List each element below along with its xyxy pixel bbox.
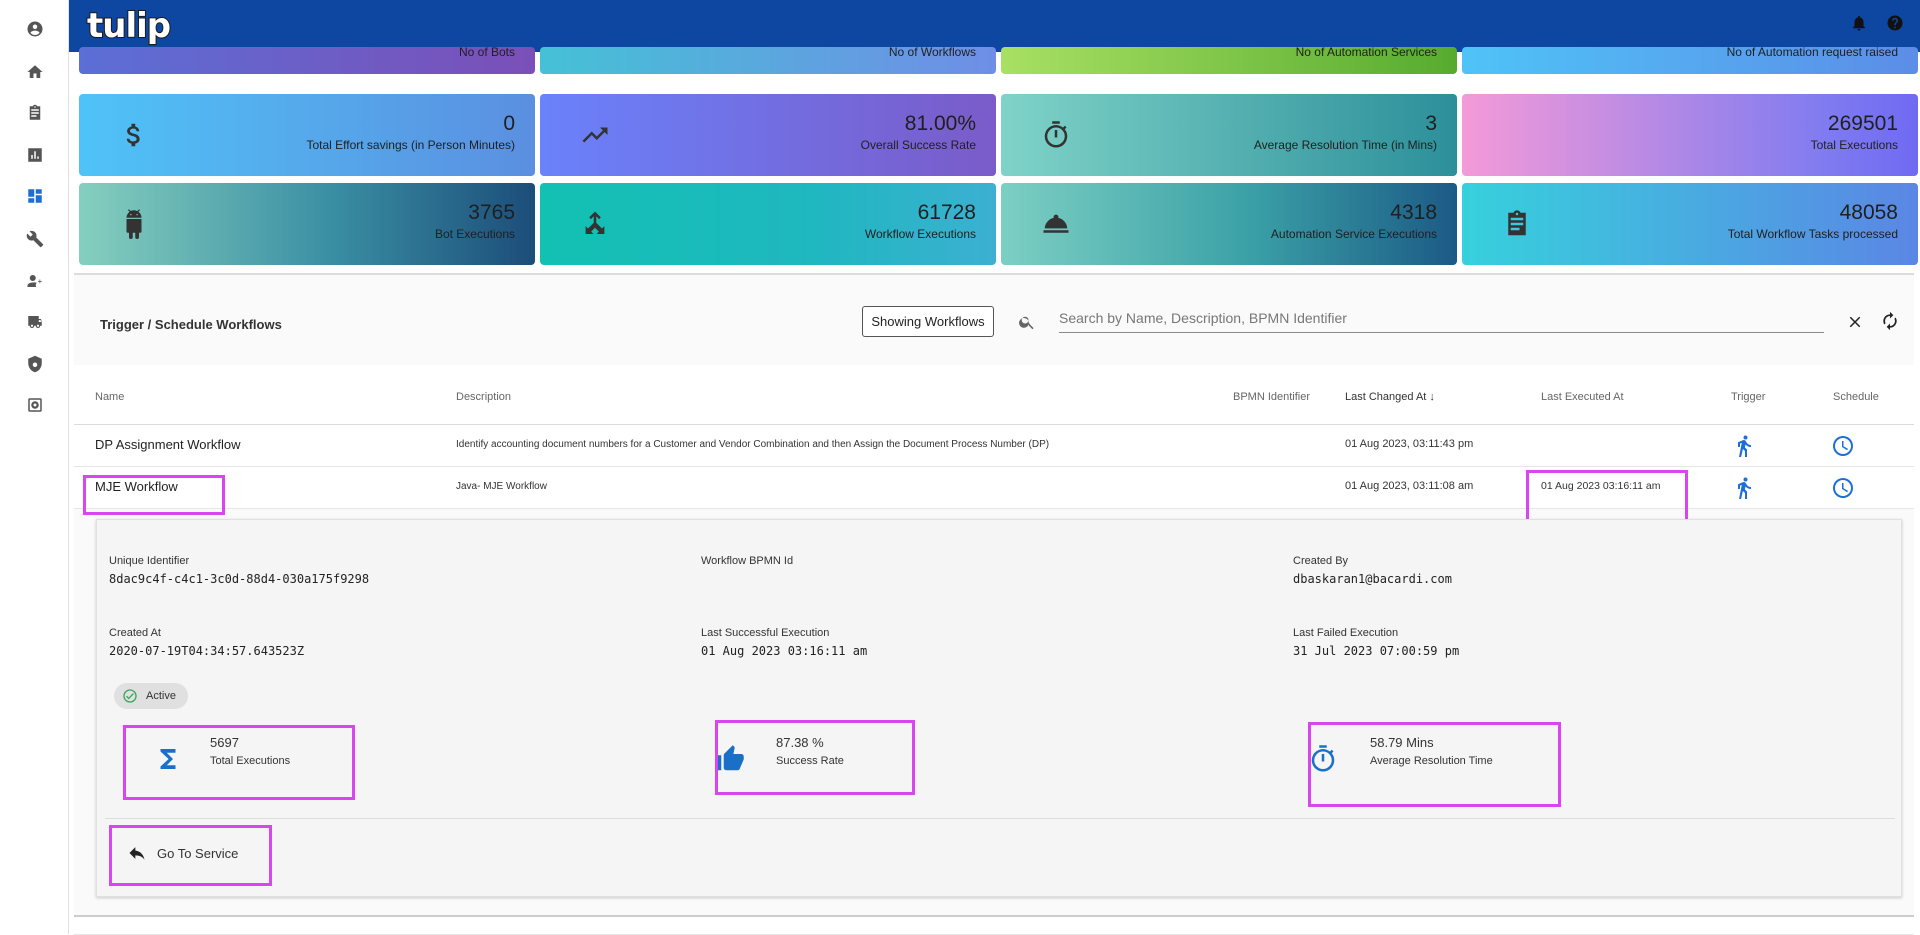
workflow-last-changed: 01 Aug 2023, 03:11:08 am [1345, 480, 1474, 492]
kpi-card-workflows: No of Workflows [540, 45, 996, 74]
kpi-card-effort-savings: 0 Total Effort savings (in Person Minute… [79, 94, 535, 176]
dashboard-icon[interactable] [24, 185, 46, 207]
clock-schedule-icon[interactable] [1831, 434, 1855, 458]
created-at-label: Created At [109, 627, 161, 639]
trending-up-icon [580, 120, 610, 150]
kpi-card-bots: No of Bots [79, 45, 535, 74]
bell-icon[interactable] [1850, 14, 1870, 34]
workflow-name[interactable]: DP Assignment Workflow [95, 437, 240, 452]
highlight-box [1308, 722, 1561, 807]
last-failed-value: 31 Jul 2023 07:00:59 pm [1293, 644, 1460, 658]
arrow-down-icon: ↓ [1429, 391, 1435, 403]
column-header-name[interactable]: Name [95, 391, 124, 403]
kpi-card-workflow-executions: 61728 Workflow Executions [540, 183, 996, 265]
kpi-card-avg-resolution: 3 Average Resolution Time (in Mins) [1001, 94, 1457, 176]
process-icon[interactable] [24, 394, 46, 416]
column-header-last-changed[interactable]: Last Changed At ↓ [1345, 391, 1435, 403]
highlight-box [83, 475, 225, 515]
kpi-card-automation-services: No of Automation Services [1001, 45, 1457, 74]
kpi-card-automation-service-executions: 4318 Automation Service Executions [1001, 183, 1457, 265]
search-input[interactable] [1059, 303, 1824, 333]
tulip-logo[interactable]: tulip [86, 5, 172, 47]
assignment-icon [1502, 209, 1532, 239]
showing-workflows-button[interactable]: Showing Workflows [862, 306, 994, 337]
close-icon[interactable] [1846, 313, 1864, 331]
refresh-icon[interactable] [1880, 311, 1900, 331]
kpi-card-total-executions: 269501 Total Executions [1462, 94, 1918, 176]
table-row[interactable]: DP Assignment Workflow Identify accounti… [74, 425, 1914, 467]
timer-icon [1041, 120, 1071, 150]
run-trigger-icon[interactable] [1732, 434, 1756, 458]
kpi-card-success-rate: 81.00% Overall Success Rate [540, 94, 996, 176]
created-at-value: 2020-07-19T04:34:57.643523Z [109, 644, 305, 658]
last-success-label: Last Successful Execution [701, 627, 830, 639]
panel-title: Trigger / Schedule Workflows [100, 317, 282, 332]
bpmn-id-label: Workflow BPMN Id [701, 555, 794, 567]
last-success-value: 01 Aug 2023 03:16:11 am [701, 644, 868, 658]
report-icon[interactable] [24, 144, 46, 166]
user-settings-icon[interactable] [24, 270, 46, 292]
sidebar [0, 0, 69, 934]
status-badge: Active [114, 683, 188, 709]
workflow-description: Java- MJE Workflow [456, 481, 547, 492]
divider [105, 818, 1895, 819]
dollar-icon [119, 120, 149, 150]
table-header: Name Description BPMN Identifier Last Ch… [74, 365, 1914, 425]
column-header-description[interactable]: Description [456, 391, 511, 403]
unique-identifier-label: Unique Identifier [109, 555, 190, 567]
highlight-box [109, 825, 272, 886]
column-header-schedule: Schedule [1833, 391, 1879, 403]
unique-identifier-value: 8dac9c4f-c4c1-3c0d-88d4-030a175f9298 [109, 572, 370, 586]
workflow-detail-panel: Unique Identifier 8dac9c4f-c4c1-3c0d-88d… [96, 519, 1902, 897]
clock-schedule-icon[interactable] [1831, 476, 1855, 500]
search-icon [1018, 313, 1036, 331]
workflow-description: Identify accounting document numbers for… [456, 439, 1050, 450]
highlight-box [715, 720, 915, 795]
workflow-panel: Trigger / Schedule Workflows Showing Wor… [74, 273, 1914, 935]
main-content: No of Bots No of Workflows No of Automat… [69, 45, 1920, 935]
column-header-trigger: Trigger [1731, 391, 1766, 403]
clipboard-icon[interactable] [24, 102, 46, 124]
workflow-last-changed: 01 Aug 2023, 03:11:43 pm [1345, 438, 1474, 450]
account-icon[interactable] [24, 18, 46, 40]
kpi-card-bot-executions: 3765 Bot Executions [79, 183, 535, 265]
column-header-last-executed[interactable]: Last Executed At [1541, 391, 1624, 403]
android-icon [119, 209, 149, 239]
top-app-bar: tulip [69, 0, 1920, 52]
truck-icon[interactable] [24, 311, 46, 333]
help-icon[interactable] [1886, 14, 1906, 34]
home-icon[interactable] [24, 61, 46, 83]
column-header-bpmn[interactable]: BPMN Identifier [1233, 391, 1310, 403]
workflow-icon [580, 209, 610, 239]
kpi-card-automation-requests: No of Automation request raised [1462, 45, 1918, 74]
service-bell-icon [1041, 209, 1071, 239]
created-by-label: Created By [1293, 555, 1349, 567]
last-failed-label: Last Failed Execution [1293, 627, 1399, 639]
wrench-icon[interactable] [24, 228, 46, 250]
created-by-value: dbaskaran1@bacardi.com [1293, 572, 1452, 586]
kpi-card-workflow-tasks: 48058 Total Workflow Tasks processed [1462, 183, 1918, 265]
table-row[interactable] [74, 915, 1914, 935]
panel-header: Trigger / Schedule Workflows Showing Wor… [74, 275, 1914, 365]
highlight-box [123, 725, 355, 800]
run-trigger-icon[interactable] [1732, 476, 1756, 500]
check-circle-icon [123, 689, 137, 703]
shield-gear-icon[interactable] [24, 353, 46, 375]
highlight-box [1526, 470, 1688, 522]
